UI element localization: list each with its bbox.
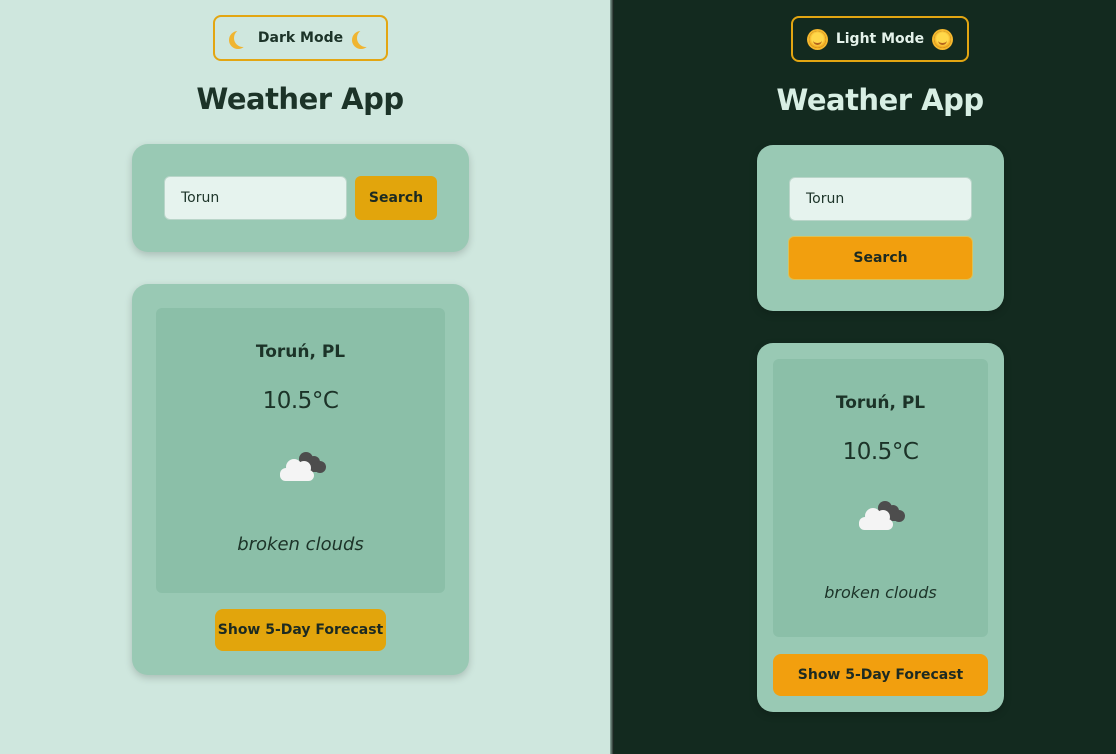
page-title: Weather App: [196, 82, 404, 116]
temperature: 10.5°C: [262, 388, 339, 414]
broken-clouds-icon: [280, 452, 326, 481]
search-button[interactable]: Search: [788, 236, 973, 280]
sun-icon: [808, 30, 826, 48]
light-theme-view: Dark Mode Weather App Torun Search Toruń…: [0, 0, 612, 754]
current-weather-panel: Toruń, PL 10.5°C broken clouds: [156, 308, 445, 593]
city-search-input[interactable]: Torun: [164, 176, 347, 220]
moon-icon: [234, 29, 252, 47]
weather-description: broken clouds: [237, 534, 364, 555]
show-forecast-button[interactable]: Show 5-Day Forecast: [215, 609, 386, 651]
search-card: Torun Search: [757, 145, 1004, 311]
search-button[interactable]: Search: [355, 176, 437, 220]
temperature: 10.5°C: [842, 439, 919, 465]
current-weather-panel: Toruń, PL 10.5°C broken clouds: [773, 359, 988, 637]
page-title: Weather App: [776, 83, 984, 117]
light-mode-label: Light Mode: [835, 31, 925, 47]
dark-mode-label: Dark Mode: [257, 30, 344, 46]
dark-mode-toggle[interactable]: Dark Mode: [213, 15, 388, 61]
weather-description: broken clouds: [824, 583, 937, 602]
broken-clouds-icon: [859, 501, 905, 530]
search-card: Torun Search: [132, 144, 469, 252]
show-forecast-button[interactable]: Show 5-Day Forecast: [773, 654, 988, 696]
city-search-input[interactable]: Torun: [789, 177, 972, 221]
sun-icon: [934, 30, 952, 48]
city-name: Toruń, PL: [835, 393, 926, 413]
dark-theme-view: Light Mode Weather App Torun Search Toru…: [614, 0, 1116, 754]
light-mode-toggle[interactable]: Light Mode: [791, 16, 969, 62]
weather-card: Toruń, PL 10.5°C broken clouds Show 5-Da…: [757, 343, 1004, 712]
weather-card: Toruń, PL 10.5°C broken clouds Show 5-Da…: [132, 284, 469, 675]
moon-icon: [357, 29, 375, 47]
city-name: Toruń, PL: [255, 342, 346, 362]
